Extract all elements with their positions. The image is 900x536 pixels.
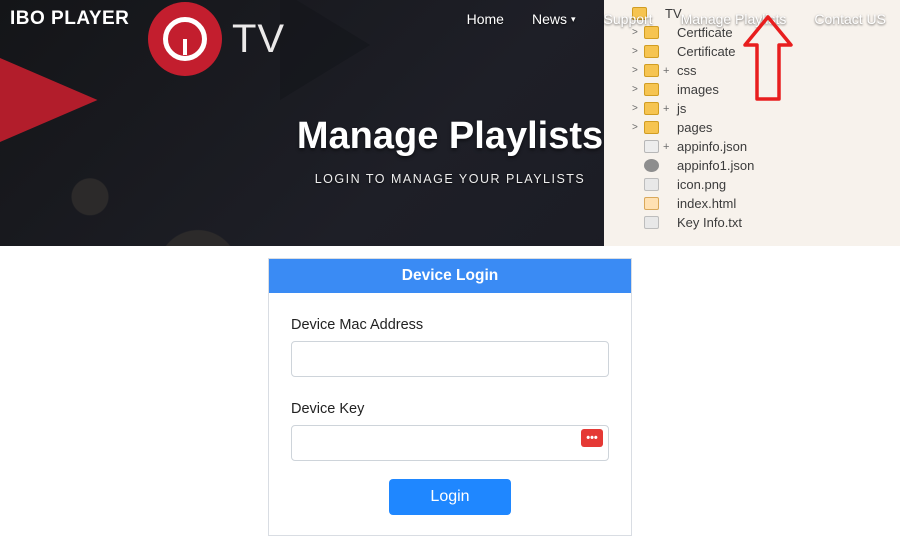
device-key-group: Device Key ••• (291, 401, 609, 461)
password-manager-icon[interactable]: ••• (581, 429, 603, 447)
nav-news[interactable]: News▾ (532, 11, 576, 27)
top-bar: IBO PLAYER Home News▾ Support Manage Pla… (0, 0, 900, 38)
mac-address-label: Device Mac Address (291, 317, 609, 333)
nav-home[interactable]: Home (467, 11, 504, 27)
page-subtitle: LOGIN TO MANAGE YOUR PLAYLISTS (315, 172, 586, 186)
brand-title: IBO PLAYER (10, 8, 129, 30)
page-title: Manage Playlists (297, 115, 603, 158)
nav-support[interactable]: Support (604, 11, 653, 27)
card-header: Device Login (269, 259, 631, 293)
mac-address-input[interactable] (291, 341, 609, 377)
device-key-input[interactable] (291, 425, 609, 461)
nav-manage-playlists[interactable]: Manage Playlists (681, 11, 787, 27)
main-nav: Home News▾ Support Manage Playlists Cont… (467, 11, 886, 27)
device-login-card: Device Login Device Mac Address Device K… (268, 258, 632, 536)
hero-title-block: Manage Playlists LOGIN TO MANAGE YOUR PL… (0, 54, 900, 246)
chevron-down-icon: ▾ (571, 14, 576, 25)
device-key-label: Device Key (291, 401, 609, 417)
nav-contact[interactable]: Contact US (814, 11, 886, 27)
login-button[interactable]: Login (389, 479, 511, 515)
mac-address-group: Device Mac Address (291, 317, 609, 377)
hero: TV>Certficate>Certificate>+css>images>+j… (0, 0, 900, 246)
